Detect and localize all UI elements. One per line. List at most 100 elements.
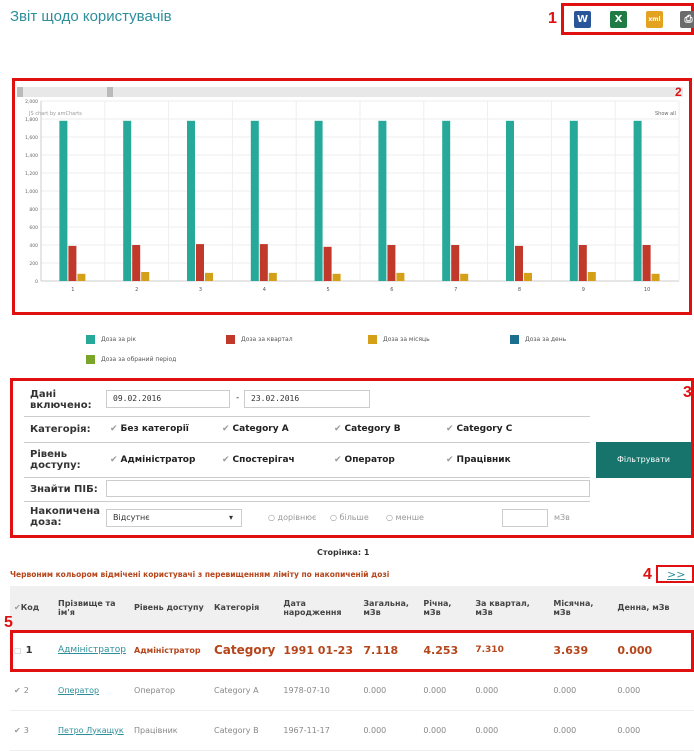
check-icon: ✔ [222, 455, 230, 465]
row-year-dose: 0.000 [419, 710, 472, 751]
legend-swatch [86, 335, 95, 344]
show-all-link[interactable]: Show all [655, 111, 676, 117]
scrollbar-right-handle[interactable] [107, 87, 113, 97]
bar [187, 120, 195, 281]
y-tick-label: 1,800 [25, 117, 38, 123]
legend-item: Доза за рік [86, 335, 136, 344]
user-name-link[interactable]: Петро Лукащук [54, 710, 130, 751]
row-access: Оператор [130, 670, 210, 711]
highlighted-row-frame [10, 630, 694, 672]
scrollbar-left-handle[interactable] [17, 87, 23, 97]
divider [24, 416, 590, 417]
x-tick-label: 8 [518, 287, 521, 293]
checkbox-label: Без категорії [120, 424, 189, 434]
legend-item: Доза за місяць [368, 335, 430, 344]
date-range-dash: - [236, 393, 240, 403]
bar [68, 245, 77, 281]
column-header[interactable]: Прізвище та ім'я [54, 586, 130, 631]
access-checkbox[interactable]: ✔ Працівник [446, 455, 511, 465]
bar [268, 272, 277, 281]
page-title: Звіт щодо користувачів [10, 8, 172, 25]
radio-less[interactable]: ○ менше [386, 513, 424, 522]
x-tick-label: 2 [135, 287, 138, 293]
column-header[interactable]: Категорія [210, 586, 280, 631]
row-quarter-dose: 0.000 [471, 670, 550, 711]
category-checkbox[interactable]: ✔ Category B [334, 424, 401, 434]
row-total-dose: 0.000 [359, 670, 420, 711]
category-checkbox[interactable]: ✔ Category A [222, 424, 289, 434]
bar [451, 245, 460, 281]
check-icon[interactable]: ✔ [14, 726, 21, 735]
legend-swatch [510, 335, 519, 344]
x-tick-label: 3 [199, 287, 202, 293]
bar [378, 120, 387, 281]
user-name-link[interactable]: Оператор [54, 670, 130, 711]
dose-unit: мЗв [554, 513, 570, 522]
column-header[interactable]: Місячна, мЗв [549, 586, 614, 631]
legend-swatch [86, 355, 95, 364]
x-tick-label: 1 [71, 287, 74, 293]
bar [569, 120, 578, 281]
x-tick-label: 4 [263, 287, 266, 293]
check-icon[interactable]: ✔ [14, 686, 21, 695]
column-header[interactable]: Річна, мЗв [419, 586, 472, 631]
row-day-dose: 0.000 [613, 710, 694, 751]
check-icon: ✔ [446, 455, 454, 465]
search-name-input[interactable] [106, 480, 590, 497]
check-icon: ✔ [110, 424, 118, 434]
row-quarter-dose: 0.000 [471, 710, 550, 751]
y-tick-label: 0 [35, 279, 38, 285]
date-to-input[interactable]: 23.02.2016 [244, 390, 370, 408]
filter-button[interactable]: Фільтрувати [596, 442, 691, 478]
legend-label: Доза за обраний період [101, 356, 177, 363]
y-tick-label: 2,000 [25, 99, 38, 105]
column-header[interactable]: Дата народження [279, 586, 360, 631]
category-checkbox[interactable]: ✔ Category C [446, 424, 512, 434]
bar [651, 273, 660, 281]
dose-select[interactable]: Відсутнє ▾ [106, 509, 242, 527]
dose-value-input[interactable] [502, 509, 548, 527]
table-header-row: ✔Код Прізвище та ім'я Рівень доступу Кат… [10, 586, 694, 631]
column-header[interactable]: ✔Код [10, 586, 54, 631]
y-tick-label: 400 [29, 243, 38, 249]
check-icon: ✔ [222, 424, 230, 434]
column-header[interactable]: Загальна, мЗв [359, 586, 420, 631]
legend-swatch [226, 335, 235, 344]
date-from-input[interactable]: 09.02.2016 [106, 390, 230, 408]
excel-export-icon[interactable]: X [610, 11, 627, 28]
bar [642, 245, 651, 281]
chart-scrollbar[interactable] [21, 87, 683, 97]
radio-greater[interactable]: ○ більше [330, 513, 369, 522]
next-page-link[interactable]: >> [667, 568, 685, 581]
category-label: Категорія: [30, 424, 91, 435]
y-tick-label: 1,600 [25, 135, 38, 141]
access-level-label: Рівень доступу: [30, 449, 81, 471]
radio-equals[interactable]: ○ дорівнює [268, 513, 316, 522]
x-tick-label: 6 [390, 287, 393, 293]
y-tick-label: 200 [29, 261, 38, 267]
print-icon[interactable]: ⎙ [680, 11, 694, 28]
column-header[interactable]: Рівень доступу [130, 586, 210, 631]
dose-chart: JS chart by amCharts Show all 2,000 1,800… [12, 78, 692, 315]
access-checkbox[interactable]: ✔ Спостерігач [222, 455, 295, 465]
access-checkbox[interactable]: ✔ Оператор [334, 455, 395, 465]
checkbox-label: Category B [344, 424, 401, 434]
bar [196, 244, 204, 281]
word-export-icon[interactable]: W [574, 11, 591, 28]
legend-item: Доза за квартал [226, 335, 293, 344]
bar [323, 246, 332, 281]
x-tick-label: 5 [327, 287, 330, 293]
accumulated-dose-label: Накопичена доза: [30, 506, 100, 528]
category-checkbox[interactable]: ✔ Без категорії [110, 424, 189, 434]
legend-swatch [368, 335, 377, 344]
access-checkbox[interactable]: ✔ Адміністратор [110, 455, 195, 465]
radio-label: менше [395, 513, 424, 522]
bar [59, 120, 68, 281]
column-header[interactable]: За квартал, мЗв [471, 586, 550, 631]
row-code: ✔ 2 [10, 670, 54, 711]
xml-export-icon[interactable]: xml [646, 11, 663, 28]
legend-item: Доза за обраний період [86, 355, 176, 364]
table-row: ✔ 2 Оператор Оператор Category A 1978-07-… [10, 670, 694, 711]
column-header[interactable]: Денна, мЗв [613, 586, 694, 631]
bar [259, 244, 268, 281]
